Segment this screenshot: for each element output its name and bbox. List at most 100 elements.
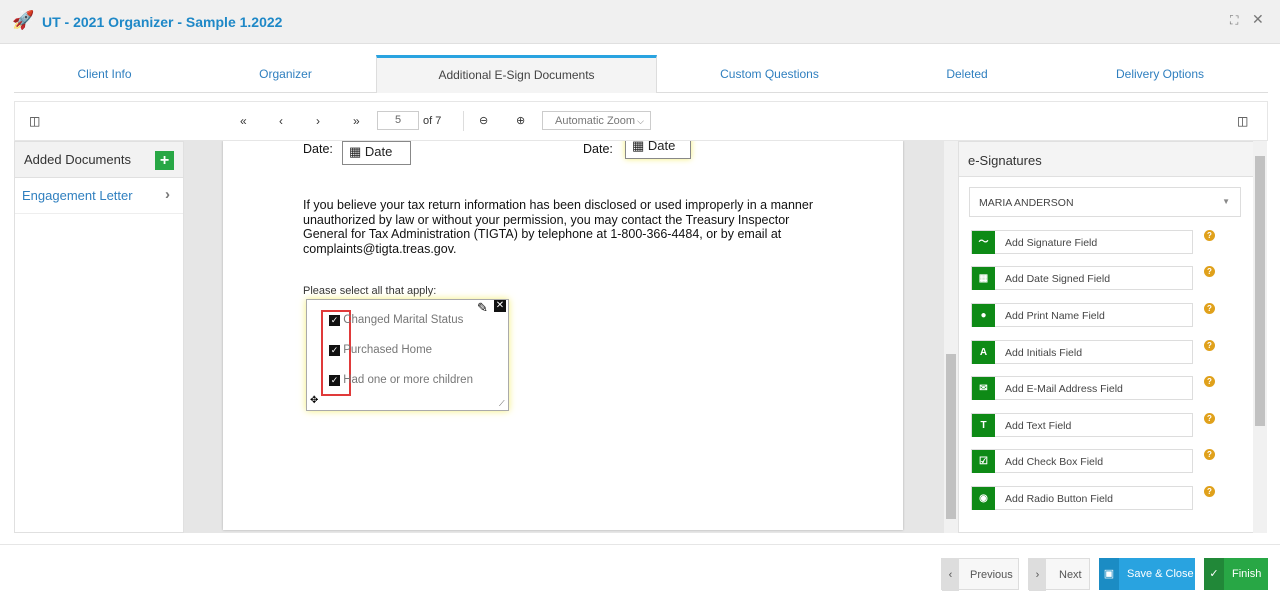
checkbox-option-label: Purchased Home [343, 344, 433, 356]
move-icon[interactable]: ✥ [310, 395, 318, 406]
page-number-input[interactable]: 5 [377, 111, 419, 130]
add-text-field-button[interactable]: T Add Text Field [971, 413, 1193, 437]
remove-icon[interactable]: ✕ [494, 300, 506, 312]
tab-bar: Client Info Organizer Additional E-Sign … [14, 55, 1268, 93]
field-label: Add Radio Button Field [1005, 493, 1113, 505]
chevron-down-icon: ⌵ [637, 116, 644, 126]
signer-value: MARIA ANDERSON [979, 197, 1074, 209]
signature-icon: 〜 [972, 231, 995, 254]
checkbox-prompt: Please select all that apply: [303, 285, 437, 297]
close-icon[interactable]: ✕ [1252, 11, 1264, 28]
save-close-button[interactable]: ▣ Save & Close [1099, 558, 1195, 590]
help-icon[interactable]: ? [1204, 340, 1215, 351]
help-icon[interactable]: ? [1204, 449, 1215, 460]
add-radio-button-field-button[interactable]: ◉ Add Radio Button Field [971, 486, 1193, 510]
pdf-page: Date: ▦ Date Date: ▦ Date If you believe… [223, 141, 903, 530]
help-icon[interactable]: ? [1204, 486, 1215, 497]
divider [463, 111, 464, 131]
checkbox-option[interactable]: ✓ Had one or more children [329, 374, 473, 386]
field-label: Add Check Box Field [1005, 456, 1104, 468]
add-initials-field-button[interactable]: A Add Initials Field [971, 340, 1193, 364]
tab-delivery-options[interactable]: Delivery Options [1052, 55, 1268, 93]
paragraph-line: unauthorized by law or without your perm… [303, 212, 790, 227]
added-documents-panel: Added Documents + Engagement Letter › [14, 141, 184, 533]
rocket-icon: 🚀 [12, 10, 35, 30]
paragraph-line: If you believe your tax return informati… [303, 198, 813, 212]
last-page-button[interactable]: » [353, 114, 360, 128]
pdf-viewer: Date: ▦ Date Date: ▦ Date If you believe… [184, 141, 944, 533]
add-email-field-button[interactable]: ✉ Add E-Mail Address Field [971, 376, 1193, 400]
resize-handle-icon[interactable]: ⟋ [499, 399, 505, 409]
document-item[interactable]: Engagement Letter › [15, 178, 183, 214]
scrollbar-thumb[interactable] [946, 354, 956, 519]
finish-label: Finish [1232, 568, 1262, 580]
add-date-signed-field-button[interactable]: ▦ Add Date Signed Field [971, 266, 1193, 290]
date-field-label: Date [647, 141, 676, 153]
checkbox-option-label: Had one or more children [343, 374, 473, 386]
zoom-out-icon[interactable]: ⊖ [479, 114, 488, 127]
secondary-sidebar-toggle-icon[interactable]: ◫ [1237, 114, 1248, 128]
date-field[interactable]: ▦ Date [342, 141, 411, 165]
checkbox-option-label: Changed Marital Status [343, 314, 464, 326]
first-page-button[interactable]: « [240, 114, 247, 128]
viewer-scrollbar[interactable] [944, 141, 958, 533]
maximize-icon[interactable]: ⛶ [1230, 13, 1238, 28]
next-label: Next [1059, 569, 1082, 581]
page-count: of 7 [423, 115, 442, 127]
chevron-left-icon: ‹ [942, 559, 959, 591]
zoom-in-icon[interactable]: ⊕ [516, 114, 525, 127]
help-icon[interactable]: ? [1204, 413, 1215, 424]
help-icon[interactable]: ? [1204, 266, 1215, 277]
help-icon[interactable]: ? [1204, 376, 1215, 387]
calendar-icon: ▦ [972, 267, 995, 290]
text-icon: T [972, 414, 995, 437]
add-checkbox-field-button[interactable]: ☑ Add Check Box Field [971, 449, 1193, 473]
caret-down-icon: ▼ [1222, 197, 1230, 206]
help-icon[interactable]: ? [1204, 230, 1215, 241]
date-field-2[interactable]: ▦ Date [625, 141, 691, 159]
prev-page-button[interactable]: ‹ [279, 114, 283, 128]
scrollbar-thumb[interactable] [1255, 156, 1265, 426]
field-label: Add Date Signed Field [1005, 273, 1111, 285]
tab-client-info[interactable]: Client Info [14, 55, 195, 93]
chevron-right-icon: › [165, 186, 170, 203]
signer-select[interactable]: MARIA ANDERSON ▼ [969, 187, 1241, 217]
field-label: Add Text Field [1005, 420, 1072, 432]
checkbox-option[interactable]: ✓ Purchased Home [329, 344, 432, 356]
chevron-right-icon: › [1029, 559, 1046, 591]
checkbox-icon: ☑ [972, 450, 995, 473]
footer-divider [0, 544, 1280, 545]
title-bar: 🚀 UT - 2021 Organizer - Sample 1.2022 ⛶ … [0, 0, 1280, 44]
help-icon[interactable]: ? [1204, 303, 1215, 314]
zoom-select[interactable]: Automatic Zoom ⌵ [542, 111, 651, 130]
field-label: Add E-Mail Address Field [1005, 383, 1123, 395]
next-page-button[interactable]: › [316, 114, 320, 128]
check-icon: ✓ [1204, 558, 1224, 590]
zoom-value: Automatic Zoom [555, 115, 636, 127]
add-signature-field-button[interactable]: 〜 Add Signature Field [971, 230, 1193, 254]
checkbox-option[interactable]: ✓ Changed Marital Status [329, 314, 463, 326]
date-label-2: Date: [583, 142, 613, 156]
user-icon: ● [972, 304, 995, 327]
tab-organizer[interactable]: Organizer [195, 55, 376, 93]
sidebar-toggle-icon[interactable]: ◫ [29, 114, 40, 128]
panel-scrollbar[interactable] [1253, 141, 1267, 533]
tab-additional-esign[interactable]: Additional E-Sign Documents [376, 55, 657, 93]
add-document-button[interactable]: + [155, 151, 174, 170]
date-label: Date: [303, 142, 333, 156]
add-print-name-field-button[interactable]: ● Add Print Name Field [971, 303, 1193, 327]
previous-button[interactable]: ‹ Previous [941, 558, 1019, 591]
window-title: UT - 2021 Organizer - Sample 1.2022 [42, 14, 283, 30]
tigta-paragraph: If you believe your tax return informati… [303, 198, 813, 256]
finish-button[interactable]: ✓ Finish [1204, 558, 1268, 590]
edit-icon[interactable]: ✎ [477, 300, 488, 316]
font-icon: A [972, 341, 995, 364]
tab-custom-questions[interactable]: Custom Questions [657, 55, 882, 93]
next-button[interactable]: › Next [1028, 558, 1090, 591]
tab-deleted[interactable]: Deleted [882, 55, 1052, 93]
pdf-toolbar: ◫ « ‹ › » 5 of 7 ⊖ ⊕ Automatic Zoom ⌵ ◫ [14, 101, 1268, 141]
checkbox-group-field[interactable]: ✎ ✕ ✓ Changed Marital Status ✓ Purchased… [306, 299, 509, 411]
date-field-label: Date [364, 144, 393, 159]
field-label: Add Signature Field [1005, 237, 1098, 249]
panel-title: e-Signatures [968, 153, 1042, 168]
